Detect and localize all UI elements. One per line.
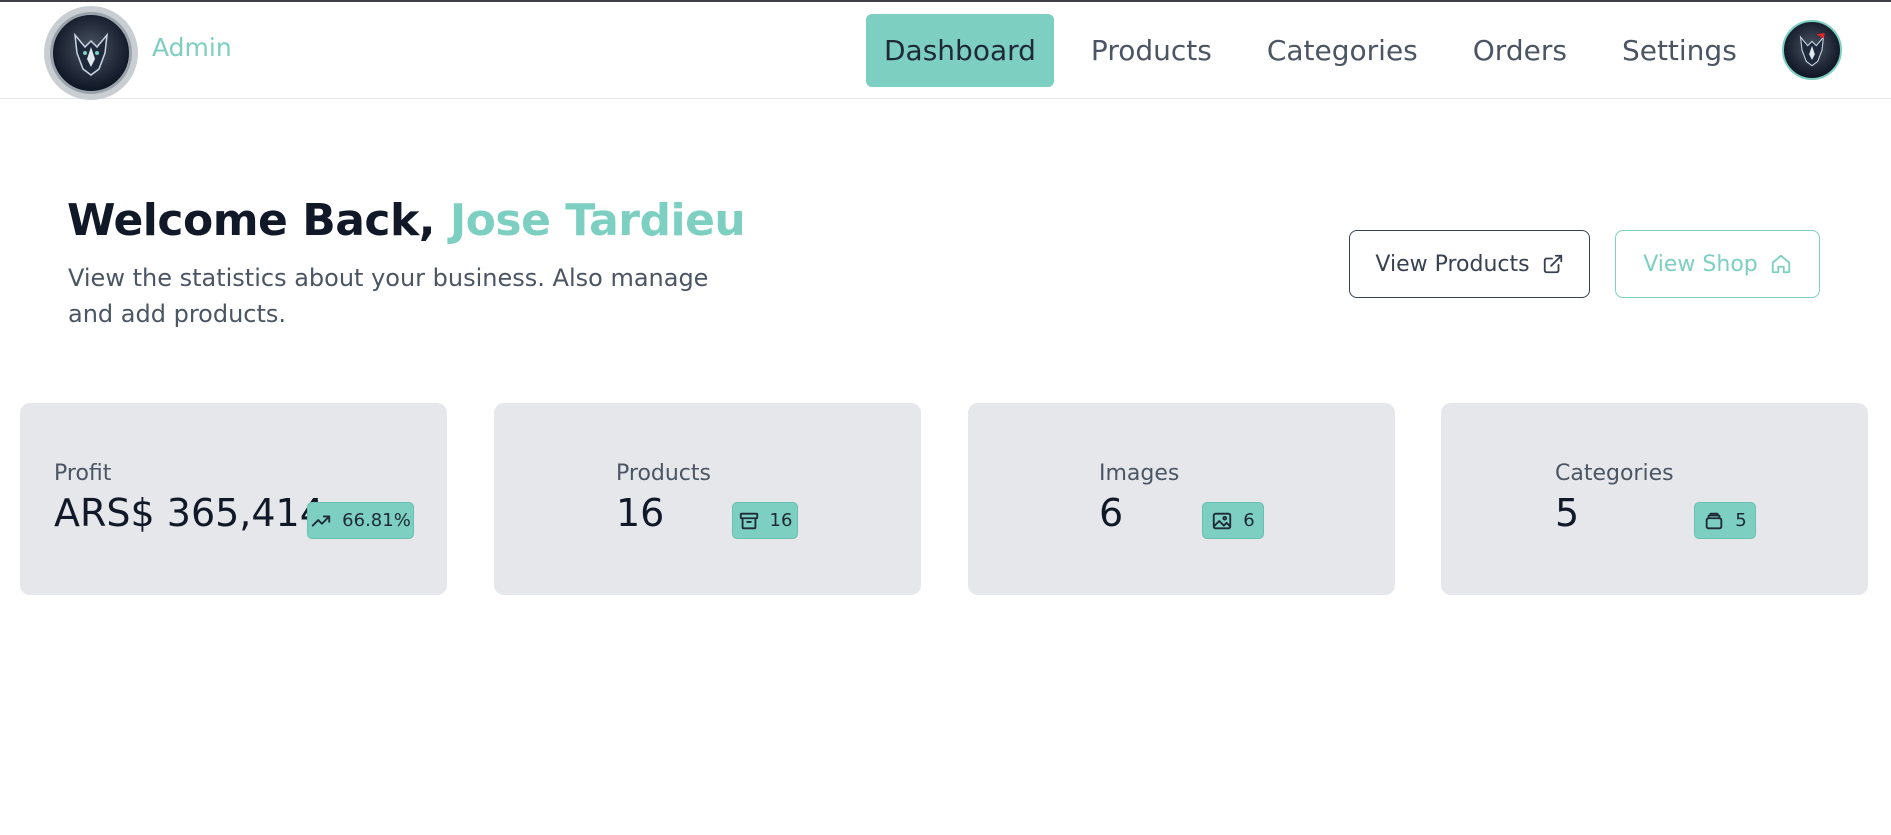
page-subtitle: View the statistics about your business.… — [68, 264, 709, 328]
nav-item-categories[interactable]: Categories — [1249, 14, 1436, 87]
stat-card-products: Products 16 16 — [494, 403, 921, 595]
view-products-label: View Products — [1375, 251, 1530, 277]
stat-label: Categories — [1555, 461, 1674, 486]
user-name: Jose Tardieu — [449, 195, 746, 246]
nav-item-orders[interactable]: Orders — [1455, 14, 1585, 87]
view-shop-button[interactable]: View Shop — [1615, 230, 1820, 298]
stat-badge: 5 — [1694, 502, 1756, 539]
greeting-text: Welcome Back, — [67, 195, 450, 246]
page-title: Welcome Back, Jose Tardieu — [67, 195, 746, 246]
home-icon — [1771, 254, 1790, 274]
top-navbar: Admin Dashboard Products Categories Orde… — [0, 2, 1891, 100]
image-icon — [1213, 512, 1232, 529]
external-link-icon — [1543, 254, 1562, 274]
trending-up-icon — [312, 515, 331, 526]
brand-label[interactable]: Admin — [152, 33, 232, 62]
stat-badge-value: 66.81% — [342, 510, 411, 531]
wolf-avatar-icon — [1799, 32, 1825, 67]
main-nav: Dashboard Products Categories Orders Set… — [866, 14, 1774, 87]
stat-label: Products — [616, 461, 711, 486]
stat-badge-value: 6 — [1243, 510, 1255, 531]
stat-value: ARS$ 365,414 — [54, 491, 324, 535]
stat-label: Images — [1099, 461, 1180, 486]
stat-badge-value: 16 — [769, 510, 793, 531]
stat-label: Profit — [54, 461, 112, 486]
stat-badge-value: 5 — [1735, 510, 1747, 531]
stat-badge: 66.81% — [307, 502, 414, 539]
stat-card-images: Images 6 6 — [968, 403, 1395, 595]
stat-value: 6 — [1099, 491, 1124, 535]
layers-icon — [1706, 512, 1723, 529]
stat-card-categories: Categories 5 5 — [1441, 403, 1868, 595]
stat-badge: 6 — [1202, 502, 1264, 539]
stat-badge: 16 — [732, 502, 798, 539]
wolf-logo-icon — [50, 12, 132, 94]
view-shop-label: View Shop — [1643, 251, 1758, 277]
logo[interactable] — [44, 6, 138, 100]
view-products-button[interactable]: View Products — [1349, 230, 1590, 298]
avatar[interactable] — [1782, 20, 1842, 80]
nav-item-settings[interactable]: Settings — [1604, 14, 1755, 87]
nav-item-dashboard[interactable]: Dashboard — [866, 14, 1054, 87]
stat-value: 5 — [1555, 491, 1580, 535]
archive-icon — [739, 512, 758, 529]
nav-item-products[interactable]: Products — [1073, 14, 1230, 87]
stat-value: 16 — [616, 491, 665, 535]
stat-card-profit: Profit ARS$ 365,414 66.81% — [20, 403, 447, 595]
